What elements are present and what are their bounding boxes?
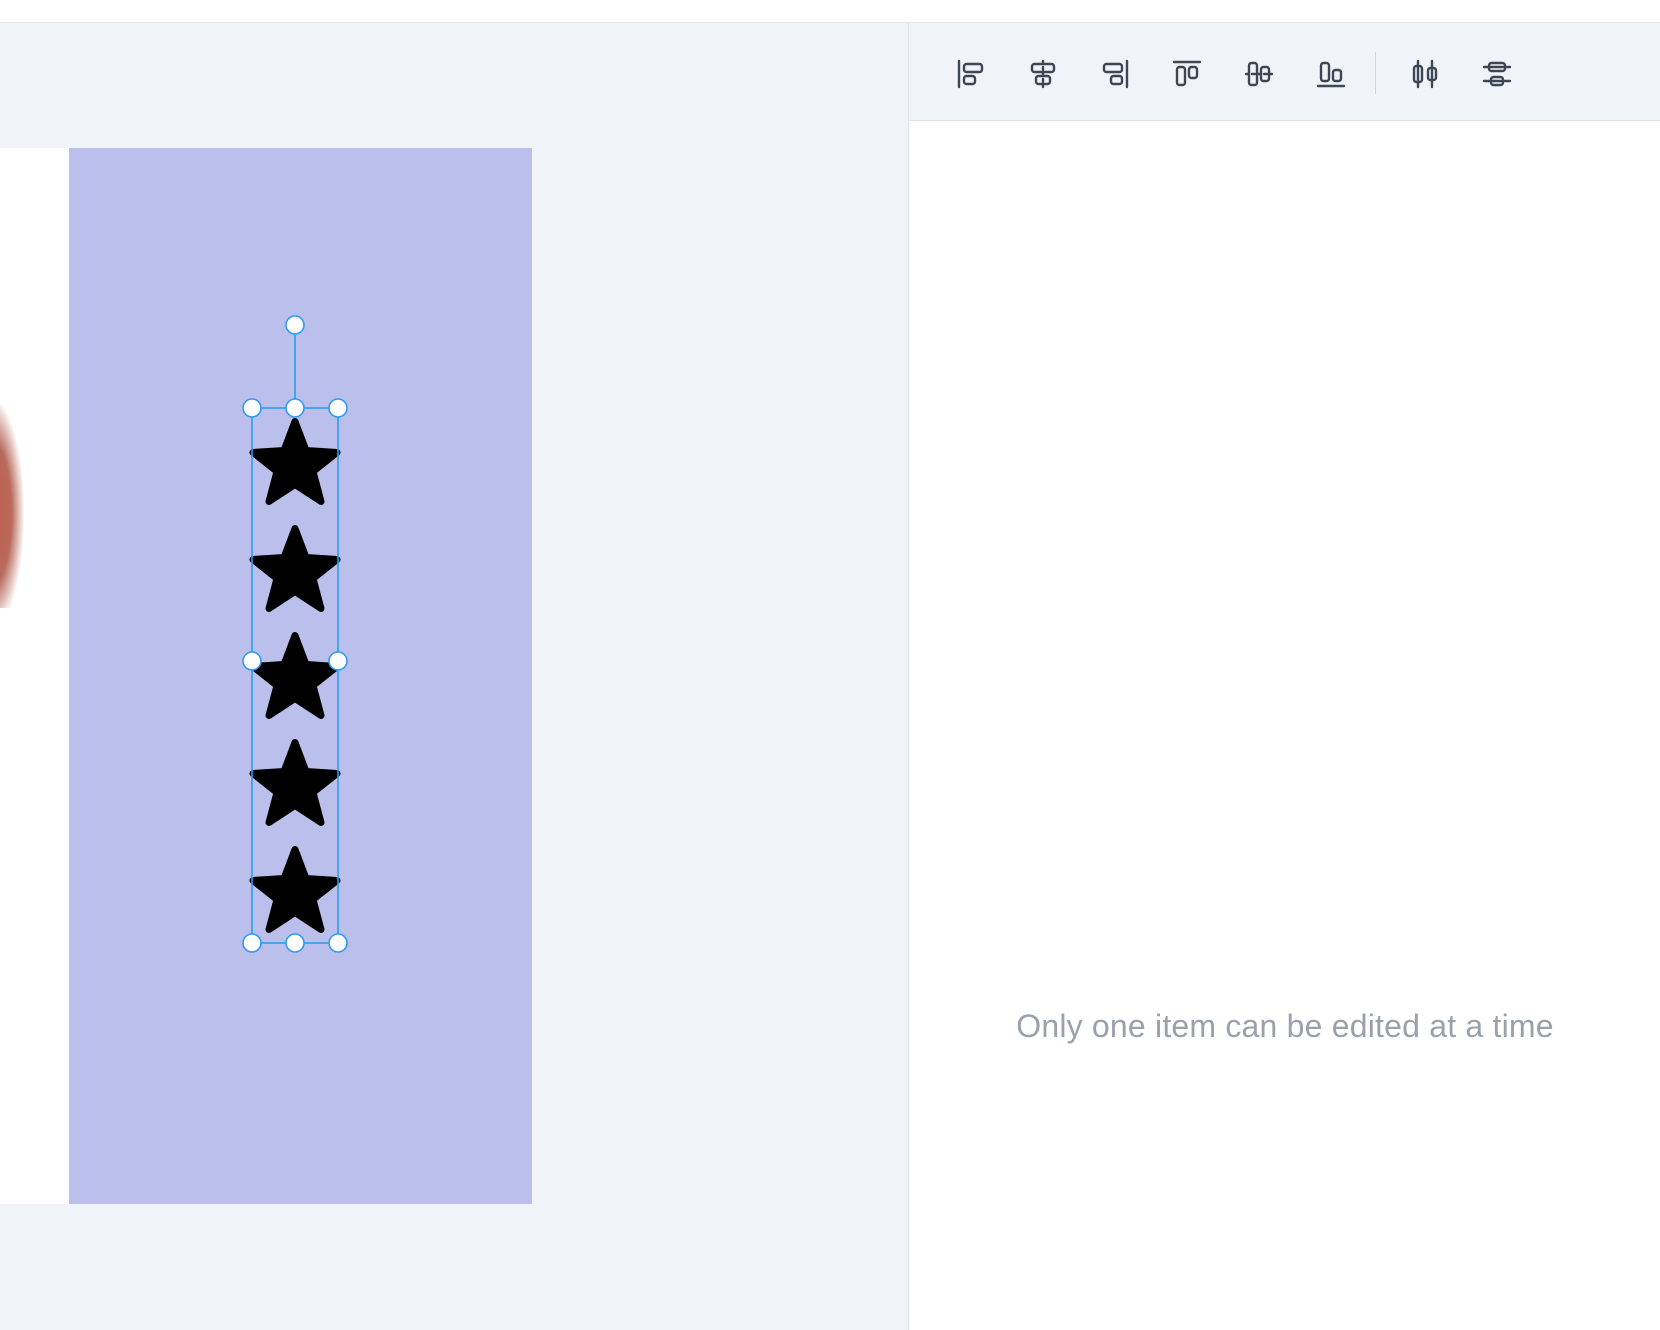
bottom-left-handle[interactable]	[242, 933, 262, 953]
middle-right-handle[interactable]	[328, 651, 348, 671]
star-icon[interactable]	[253, 422, 337, 502]
top-right-handle[interactable]	[328, 398, 348, 418]
align-center-horizontal-icon	[1030, 59, 1056, 89]
canvas-workspace[interactable]	[0, 23, 908, 1330]
align-top-button[interactable]	[1167, 54, 1207, 94]
toolbar-divider	[1375, 52, 1376, 94]
align-center-horizontal-button[interactable]	[1023, 54, 1063, 94]
distribute-horizontal-icon	[1412, 59, 1438, 89]
bottom-right-handle[interactable]	[328, 933, 348, 953]
distribute-horizontal-button[interactable]	[1405, 54, 1445, 94]
star-icon[interactable]	[253, 529, 337, 609]
align-bottom-icon	[1316, 61, 1346, 88]
top-bar	[0, 0, 1660, 23]
align-middle-vertical-button[interactable]	[1239, 54, 1279, 94]
star-icon[interactable]	[253, 743, 337, 823]
top-center-handle[interactable]	[285, 398, 305, 418]
star-icon[interactable]	[253, 636, 337, 716]
properties-panel: Only one item can be edited at a time	[908, 23, 1660, 1330]
align-left-button[interactable]	[951, 54, 991, 94]
bottom-center-handle[interactable]	[285, 933, 305, 953]
page-thumbnail-left[interactable]	[0, 148, 69, 1204]
rotate-handle[interactable]	[285, 315, 305, 335]
align-middle-vertical-icon	[1244, 61, 1274, 87]
distribute-vertical-button[interactable]	[1477, 54, 1517, 94]
star-icon[interactable]	[253, 850, 337, 930]
align-left-icon	[957, 59, 984, 89]
distribute-vertical-icon	[1482, 61, 1512, 87]
stars-layer[interactable]	[253, 422, 337, 930]
align-top-icon	[1172, 60, 1202, 87]
star-group-selection[interactable]	[230, 313, 360, 973]
align-right-icon	[1102, 59, 1129, 89]
photo-element[interactable]	[0, 398, 24, 608]
align-right-button[interactable]	[1095, 54, 1135, 94]
align-toolbar	[909, 23, 1660, 121]
align-bottom-button[interactable]	[1311, 54, 1351, 94]
top-left-handle[interactable]	[242, 398, 262, 418]
middle-left-handle[interactable]	[242, 651, 262, 671]
single-edit-notice: Only one item can be edited at a time	[1016, 1008, 1554, 1044]
